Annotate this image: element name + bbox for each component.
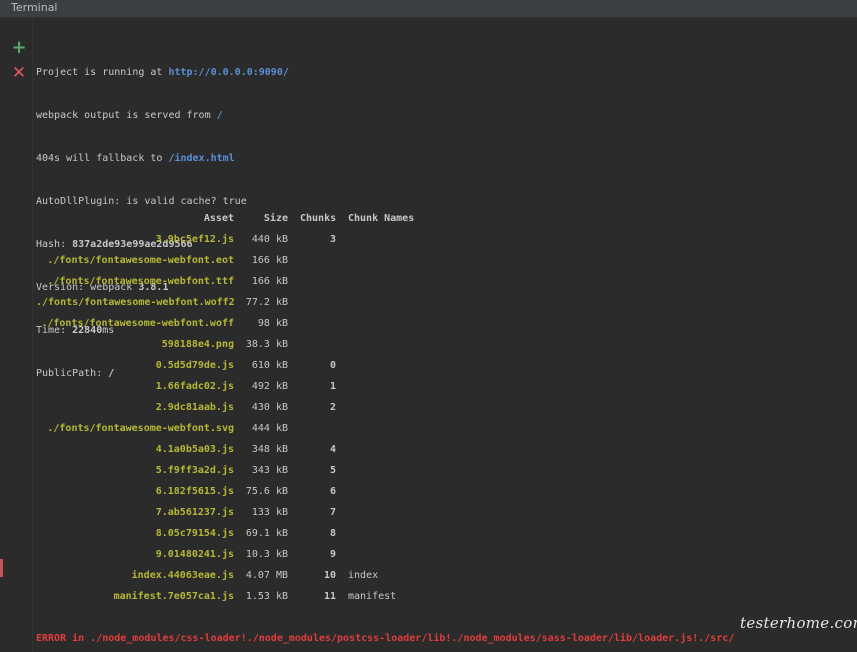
terminal-title-bar: Terminal [0, 0, 857, 18]
asset-chunks: 8 [329, 528, 336, 539]
table-row: 6.182f5615.js 75.6 kB 6 [36, 481, 336, 502]
asset-size: 75.6 kB [245, 486, 288, 497]
table-row: ./fonts/fontawesome-webfont.woff2 77.2 kB [36, 292, 288, 313]
asset-chunks: 7 [329, 507, 336, 518]
header-asset: Asset [203, 213, 234, 224]
table-row: 4.1a0b5a03.js 348 kB 4 [36, 439, 336, 460]
assets-table: Asset Size Chunks Chunk Names 3.9bc5ef12… [36, 208, 414, 607]
table-row: 9.01480241.js 10.3 kB 9 [36, 544, 336, 565]
asset-name: 4.1a0b5a03.js [155, 444, 234, 455]
table-row: 2.9dc81aab.js 430 kB 2 [36, 397, 336, 418]
asset-chunks: 2 [329, 402, 336, 413]
asset-chunks: 0 [329, 360, 336, 371]
table-row: manifest.7e057ca1.js 1.53 kB 11 manifest [36, 586, 397, 607]
server-url-link[interactable]: http://0.0.0.0:9090/ [168, 67, 288, 78]
table-row: ./fonts/fontawesome-webfont.eot 166 kB [36, 250, 288, 271]
asset-size: 348 kB [251, 444, 288, 455]
asset-name: ./fonts/fontawesome-webfont.woff [41, 318, 234, 329]
table-row: 0.5d5d79de.js 610 kB 0 [36, 355, 336, 376]
header-chunk-names: Chunk Names [348, 213, 415, 224]
asset-size: 166 kB [251, 276, 288, 287]
asset-name: 1.66fadc02.js [155, 381, 234, 392]
asset-chunks: 9 [329, 549, 336, 560]
asset-chunks: 10 [323, 570, 336, 581]
table-row: ./fonts/fontawesome-webfont.ttf 166 kB [36, 271, 288, 292]
table-row: 598188e4.png 38.3 kB [36, 334, 288, 355]
asset-size: 610 kB [251, 360, 288, 371]
console-line: 404s will fallback to /index.html [36, 153, 235, 164]
asset-name: 2.9dc81aab.js [155, 402, 234, 413]
header-size: Size [263, 213, 288, 224]
asset-size: 10.3 kB [245, 549, 288, 560]
asset-size: 133 kB [251, 507, 288, 518]
asset-size: 444 kB [251, 423, 288, 434]
asset-name: 5.f9ff3a2d.js [155, 465, 234, 476]
asset-chunk-name: manifest [348, 591, 397, 602]
asset-name: 6.182f5615.js [155, 486, 234, 497]
table-row: ./fonts/fontawesome-webfont.svg 444 kB [36, 418, 288, 439]
asset-name: 598188e4.png [161, 339, 234, 350]
asset-name: 7.ab561237.js [155, 507, 234, 518]
close-session-icon[interactable]: ✕ [10, 64, 28, 82]
window-title: Terminal [11, 1, 58, 14]
asset-name: 3.9bc5ef12.js [155, 234, 234, 245]
header-chunks: Chunks [300, 213, 337, 224]
asset-size: 166 kB [251, 255, 288, 266]
watermark-logo: testerhome.com [740, 614, 857, 632]
vertical-scrollbar[interactable] [846, 18, 857, 652]
asset-name: manifest.7e057ca1.js [113, 591, 234, 602]
console-line: webpack output is served from / [36, 110, 223, 121]
asset-size: 77.2 kB [245, 297, 288, 308]
asset-size: 492 kB [251, 381, 288, 392]
table-row: index.44063eae.js 4.07 MB 10 index [36, 565, 378, 586]
asset-chunks: 6 [329, 486, 336, 497]
asset-name: ./fonts/fontawesome-webfont.eot [47, 255, 234, 266]
asset-name: ./fonts/fontawesome-webfont.svg [47, 423, 234, 434]
add-session-icon[interactable]: + [10, 39, 28, 57]
assets-table-header: Asset Size Chunks Chunk Names [36, 208, 414, 229]
asset-size: 343 kB [251, 465, 288, 476]
gutter-marker [0, 559, 3, 577]
asset-chunks: 5 [329, 465, 336, 476]
asset-size: 430 kB [251, 402, 288, 413]
terminal-toolbar: + ✕ [0, 18, 33, 652]
asset-name: 8.05c79154.js [155, 528, 234, 539]
fallback-link[interactable]: /index.html [168, 153, 234, 164]
asset-size: 1.53 kB [245, 591, 288, 602]
asset-size: 38.3 kB [245, 339, 288, 350]
asset-size: 98 kB [257, 318, 288, 329]
asset-chunks: 4 [329, 444, 336, 455]
asset-name: 0.5d5d79de.js [155, 360, 234, 371]
error-message: ERROR in ./node_modules/css-loader!./nod… [36, 633, 735, 644]
asset-name: ./fonts/fontawesome-webfont.ttf [47, 276, 234, 287]
table-row: 3.9bc5ef12.js 440 kB 3 [36, 229, 336, 250]
table-row: ./fonts/fontawesome-webfont.woff 98 kB [36, 313, 288, 334]
asset-chunks: 3 [329, 234, 336, 245]
table-row: 7.ab561237.js 133 kB 7 [36, 502, 336, 523]
asset-size: 69.1 kB [245, 528, 288, 539]
table-row: 1.66fadc02.js 492 kB 1 [36, 376, 336, 397]
output-path-link[interactable]: / [217, 110, 223, 121]
table-row: 8.05c79154.js 69.1 kB 8 [36, 523, 336, 544]
asset-size: 440 kB [251, 234, 288, 245]
asset-chunks: 1 [329, 381, 336, 392]
asset-name: ./fonts/fontawesome-webfont.woff2 [36, 297, 235, 308]
asset-name: index.44063eae.js [131, 570, 234, 581]
console-line: Project is running at http://0.0.0.0:909… [36, 67, 289, 78]
asset-name: 9.01480241.js [155, 549, 234, 560]
asset-chunks: 11 [323, 591, 336, 602]
asset-chunk-name: index [348, 570, 379, 581]
asset-size: 4.07 MB [245, 570, 288, 581]
table-row: 5.f9ff3a2d.js 343 kB 5 [36, 460, 336, 481]
